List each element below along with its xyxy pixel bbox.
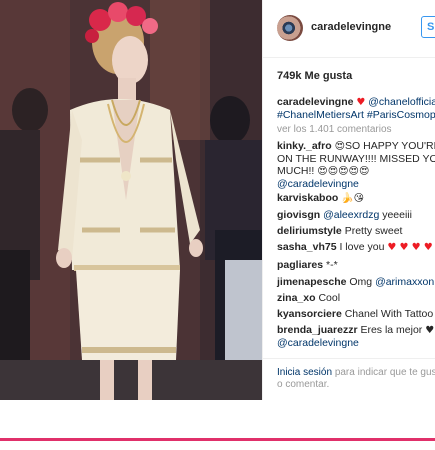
comment-item: zina_xo Cool	[277, 292, 340, 304]
caption-mention[interactable]: @chanelofficial	[368, 96, 435, 108]
accent-divider	[0, 438, 435, 441]
view-all-comments-link[interactable]: ver los 1.401 comentarios	[277, 124, 392, 135]
comment-text: yeeeiii	[382, 209, 412, 221]
comment-text: Omg	[349, 276, 373, 288]
comment-username[interactable]: sasha_vh75	[277, 241, 337, 253]
post-header: caradelevingne S	[263, 0, 435, 58]
bottom-strip	[0, 400, 435, 450]
comment-text: MUCH!!	[277, 165, 315, 177]
comment-mention[interactable]: @caradelevingne	[277, 337, 435, 349]
comment-username[interactable]: jimenapesche	[277, 276, 346, 288]
follow-button[interactable]: S	[421, 16, 435, 38]
comment-username[interactable]: pagliares	[277, 259, 323, 271]
comment-mention[interactable]: @arimaxxon	[375, 276, 434, 288]
comment-text: Pretty sweet	[344, 225, 403, 237]
comment-username[interactable]: zina_xo	[277, 292, 316, 304]
post-caption: caradelevingne ♥ @chanelofficial ♥ #Chan…	[277, 96, 435, 121]
comment-text: *-*	[326, 259, 338, 271]
comment-item: sasha_vh75 I love you ♥ ♥ ♥ ♥	[277, 241, 433, 254]
comment-username[interactable]: karviskaboo	[277, 192, 338, 204]
comment-item: kinky._afro 😍SO HAPPY YOU'RE B ON THE RU…	[277, 140, 435, 190]
login-link[interactable]: Inicia sesión	[277, 367, 332, 378]
login-prompt-rest: para indicar que te gust	[334, 367, 435, 378]
comment-text: I love you	[339, 241, 385, 253]
post-details-panel: caradelevingne S 749k Me gusta caradelev…	[262, 0, 435, 400]
comment-mention[interactable]: @caradelevingne	[277, 178, 435, 190]
login-prompt-text: Inicia sesión para indicar que te gust o…	[277, 367, 435, 391]
login-prompt: Inicia sesión para indicar que te gust o…	[263, 358, 435, 400]
comment-username[interactable]: deliriumstyle	[277, 225, 342, 237]
avatar[interactable]	[277, 15, 303, 41]
comment-item: pagliares *-*	[277, 259, 338, 271]
caption-hashtags[interactable]: #ChanelMetiersArt #ParisCosmopolit	[277, 109, 435, 121]
comment-item: giovisgn @aleexrdzg yeeeiii	[277, 209, 412, 221]
comment-item: brenda_juarezzr Eres la mejor ♥👌 @carade…	[277, 324, 435, 349]
banana-emoji-icon: 🍌😘	[341, 193, 365, 204]
comment-text: SO HAPPY YOU'RE B	[345, 140, 435, 152]
comment-text: Cool	[318, 292, 341, 304]
comment-text: Eres la mejor	[360, 324, 423, 336]
post-photo[interactable]	[0, 0, 262, 400]
comment-item: karviskaboo 🍌😘	[277, 192, 364, 205]
comment-text: Chanel With Tattoo	[344, 308, 434, 320]
comment-item: kyansorciere Chanel With Tattoo 😍	[277, 308, 435, 321]
post-author-username[interactable]: caradelevingne	[311, 21, 391, 33]
login-prompt-rest: o comentar.	[277, 379, 330, 390]
comment-text: ON THE RUNWAY!!!! MISSED YOU S	[277, 153, 435, 165]
instagram-post: caradelevingne S 749k Me gusta caradelev…	[0, 0, 435, 400]
heart-emoji-icon: ♥ ♥ ♥ ♥	[387, 242, 433, 253]
heart-emoji-icon: ♥	[356, 97, 366, 108]
comment-username[interactable]: brenda_juarezzr	[277, 324, 358, 336]
heart-hand-emoji-icon: ♥👌	[425, 325, 435, 336]
heart-eyes-emoji-icon: 😍😍😍😍😍	[317, 166, 370, 177]
comment-username[interactable]: kyansorciere	[277, 308, 342, 320]
runway-photo-illustration	[0, 0, 262, 400]
comment-username[interactable]: kinky._afro	[277, 140, 332, 152]
comment-username[interactable]: giovisgn	[277, 209, 320, 221]
caption-username[interactable]: caradelevingne	[277, 96, 353, 108]
likes-count[interactable]: 749k Me gusta	[277, 70, 352, 82]
comment-item: deliriumstyle Pretty sweet	[277, 225, 402, 237]
comment-item: jimenapesche Omg @arimaxxon	[277, 276, 434, 288]
heart-eyes-emoji-icon: 😍	[334, 141, 346, 152]
comment-mention[interactable]: @aleexrdzg	[323, 209, 379, 221]
